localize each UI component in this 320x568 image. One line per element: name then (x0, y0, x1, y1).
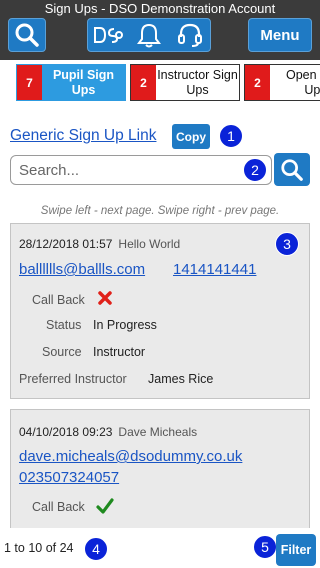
signup-phone-link[interactable]: 023507324057 (19, 469, 119, 486)
preferred-instructor-value-wrap: James Rice (148, 372, 213, 386)
callout-badge-2: 2 (243, 158, 267, 182)
page-title: Sign Ups - DSO Demonstration Account (44, 1, 276, 16)
copy-button[interactable]: Copy (172, 124, 210, 149)
signup-datetime: 04/10/2018 09:23 (19, 425, 113, 439)
support-button[interactable] (169, 19, 210, 51)
source-label: Source (42, 345, 82, 359)
filter-button[interactable]: Filter (276, 534, 316, 566)
tab-label: Open Fo... Ups (285, 67, 320, 97)
swipe-hint: Swipe left - next page. Swipe right - pr… (40, 205, 280, 217)
headset-icon (177, 23, 202, 47)
tab-open-form-sign-ups[interactable]: 2 Open Fo... Ups (244, 64, 320, 101)
card-header-line: 04/10/2018 09:23 Dave Micheals (19, 425, 197, 439)
cross-icon[interactable] (97, 290, 113, 306)
tab-pupil-sign-ups[interactable]: 7 Pupil Sign Ups (16, 64, 126, 101)
status-row: Status (46, 318, 81, 332)
home-logo-button[interactable] (88, 19, 129, 51)
card-header-line: 28/12/2018 01:57 Hello World (19, 237, 180, 251)
pagination-text: 1 to 10 of 24 (4, 541, 74, 555)
tab-label: Instructor Sign Ups (157, 67, 238, 97)
source-row: Source (42, 345, 82, 359)
source-value: Instructor (93, 345, 146, 359)
status-value-wrap: In Progress (93, 318, 157, 332)
tab-count-badge: 7 (17, 65, 42, 100)
signup-card[interactable]: 28/12/2018 01:57 Hello World 3 balllllls@… (10, 223, 310, 399)
signup-datetime: 28/12/2018 01:57 (19, 237, 113, 251)
callout-badge-5: 5 (253, 535, 277, 559)
status-value: In Progress (93, 318, 157, 332)
signup-name: Hello World (118, 237, 181, 251)
preferred-instructor-value: James Rice (148, 372, 214, 386)
search-icon (15, 23, 39, 47)
tab-count-badge: 2 (245, 65, 270, 100)
dso-logo-icon (94, 27, 124, 43)
callout-badge-1: 1 (219, 124, 243, 148)
search-input[interactable] (10, 155, 272, 185)
notifications-button[interactable] (129, 19, 170, 51)
tab-instructor-sign-ups[interactable]: 2 Instructor Sign Ups (130, 64, 240, 101)
generic-sign-up-link[interactable]: Generic Sign Up Link (10, 127, 156, 145)
tab-label: Pupil Sign Ups (52, 67, 115, 97)
callback-label: Call Back (32, 500, 85, 514)
callout-badge-4: 4 (84, 537, 108, 561)
signup-name: Dave Micheals (118, 425, 198, 439)
status-label: Status (46, 318, 82, 332)
callback-row: Call Back (32, 500, 85, 514)
signup-phone-link[interactable]: 1414141441 (173, 261, 256, 278)
signup-email-link[interactable]: dave.micheals@dsodummy.co.uk (19, 448, 242, 465)
app-header: Sign Ups - DSO Demonstration Account Men… (0, 0, 320, 60)
header-action-group (87, 18, 211, 52)
menu-button[interactable]: Menu (248, 18, 312, 52)
callout-badge-3: 3 (275, 232, 299, 256)
callback-label: Call Back (32, 293, 85, 307)
preferred-instructor-label: Preferred Instructor (19, 372, 127, 386)
callback-row: Call Back (32, 293, 85, 307)
bell-icon (137, 23, 161, 48)
header-search-button[interactable] (8, 18, 46, 52)
source-value-wrap: Instructor (93, 345, 145, 359)
search-submit-button[interactable] (274, 153, 310, 186)
preferred-instructor-row: Preferred Instructor (19, 372, 127, 386)
signup-type-tabs: 7 Pupil Sign Ups 2 Instructor Sign Ups 2… (0, 60, 320, 102)
search-icon (281, 158, 303, 181)
tab-count-badge: 2 (131, 65, 156, 100)
signup-email-link[interactable]: balllllls@ballls.com (19, 261, 145, 278)
check-icon[interactable] (96, 498, 114, 514)
